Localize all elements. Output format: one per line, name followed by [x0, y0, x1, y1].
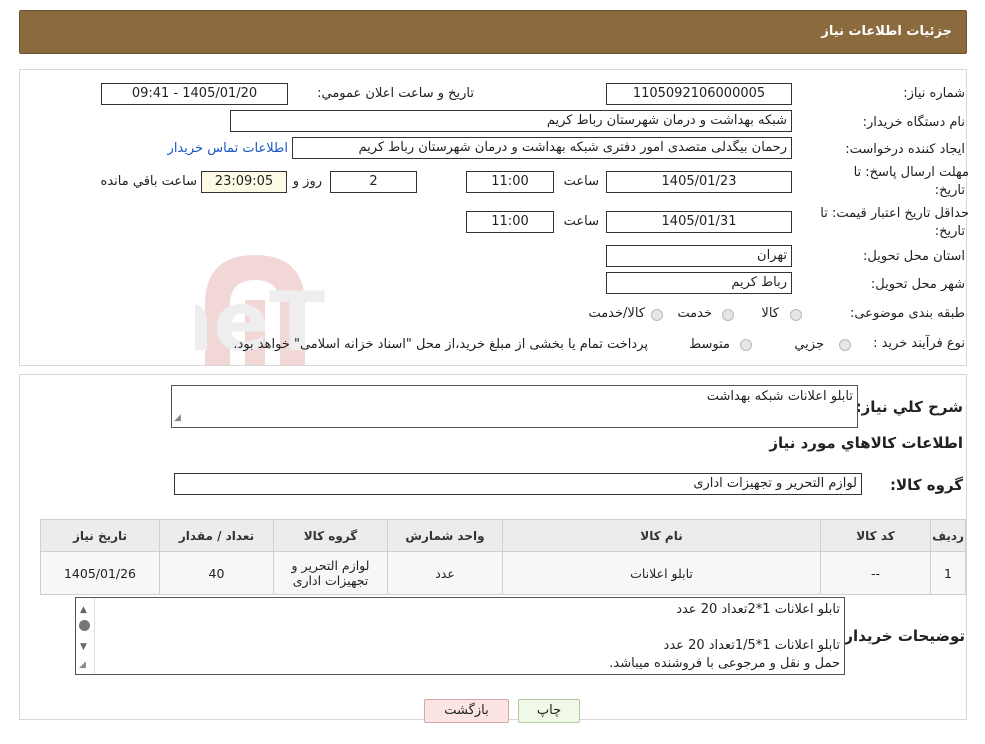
print-button[interactable]: چاپ [518, 699, 580, 723]
col-row-number: ردیف [930, 519, 966, 552]
deadline-label: مهلت ارسال پاسخ: تا [853, 165, 969, 180]
cell-need-date: 1405/01/26 [40, 551, 160, 595]
col-item-group: گروه کالا [273, 519, 388, 552]
deadline-label-date: تاریخ: [934, 183, 965, 198]
cell-quantity: 40 [159, 551, 274, 595]
col-item-code: کد کالا [820, 519, 931, 552]
description-text: تابلو اعلانات شبکه بهداشت [706, 389, 853, 404]
validity-label: حداقل تاریخ اعتبار قیمت: تا [820, 206, 969, 221]
creator-label: ایجاد کننده درخواست: [845, 142, 965, 157]
deadline-date-field: 1405/01/23 [606, 171, 792, 193]
category-label: طبقه بندی موضوعی: [849, 306, 965, 321]
category-radio-service[interactable] [722, 309, 734, 321]
goods-group-label: گروه کالا: [890, 476, 963, 494]
validity-time-label: ساعت [563, 214, 599, 229]
notes-line-3: حمل و نقل و مرجوعی با فروشنده میباشد. [609, 656, 840, 671]
category-option-goods: کالا [761, 306, 779, 321]
goods-info-title: اطلاعات کالاهاي مورد نیاز [769, 434, 963, 452]
back-button[interactable]: بازگشت [424, 699, 509, 723]
province-field: تهران [606, 245, 792, 267]
table-row: 1 -- تابلو اعلانات عدد لوازم التحریر و ت… [40, 551, 966, 595]
city-label: شهر محل تحویل: [870, 277, 965, 292]
city-field: رباط کریم [606, 272, 792, 294]
validity-time-field: 11:00 [466, 211, 554, 233]
category-option-service: خدمت [677, 306, 712, 321]
category-radio-goods-service[interactable] [651, 309, 663, 321]
buyer-notes-label: توضیحات خریدار: [838, 627, 965, 645]
scroll-thumb[interactable] [79, 620, 90, 631]
days-label: روز و [292, 174, 322, 189]
process-radio-minor[interactable] [839, 339, 851, 351]
remaining-time-field: 23:09:05 [201, 171, 287, 193]
category-option-goods-service: کالا/خدمت [588, 306, 645, 321]
notes-scrollbar[interactable]: ▲ ▼ ◢ [76, 598, 95, 674]
need-number-field: 1105092106000005 [606, 83, 792, 105]
deadline-time-field: 11:00 [466, 171, 554, 193]
goods-group-field: لوازم التحریر و تجهیزات اداری [174, 473, 862, 495]
description-textarea[interactable]: تابلو اعلانات شبکه بهداشت ◢ [171, 385, 858, 428]
description-label: شرح کلي نیاز: [855, 398, 963, 416]
process-type-label: نوع فرآیند خرید : [873, 336, 965, 351]
process-option-minor: جزيي [794, 337, 824, 352]
deadline-time-label: ساعت [563, 174, 599, 189]
scroll-up-icon[interactable]: ▲ [80, 601, 87, 619]
resize-handle-icon[interactable]: ◢ [174, 409, 181, 427]
cell-item-code: -- [820, 551, 931, 595]
cell-item-group: لوازم التحریر و تجهیزات اداری [273, 551, 388, 595]
need-number-label: شماره نیاز: [903, 86, 965, 101]
notes-line-2: تابلو اعلانات 1*1/5تعداد 20 عدد [663, 638, 840, 653]
creator-field: رحمان بیگدلی متصدی امور دفتری شبکه بهداش… [292, 137, 792, 159]
cell-item-name: تابلو اعلانات [502, 551, 821, 595]
process-option-medium: متوسط [689, 337, 730, 352]
table-header-row: ردیف کد کالا نام کالا واحد شمارش گروه کا… [40, 519, 966, 552]
page-header: جزئیات اطلاعات نیاز [19, 10, 967, 54]
announce-date-field: 1405/01/20 - 09:41 [101, 83, 288, 105]
col-quantity: تعداد / مقدار [159, 519, 274, 552]
buyer-notes-textarea[interactable]: ▲ ▼ ◢ تابلو اعلانات 1*2تعداد 20 عدد تابل… [75, 597, 845, 675]
buyer-contact-link[interactable]: اطلاعات تماس خریدار [168, 141, 288, 156]
items-table: ردیف کد کالا نام کالا واحد شمارش گروه کا… [40, 519, 966, 595]
resize-handle-icon[interactable]: ◢ [79, 656, 86, 674]
col-item-name: نام کالا [502, 519, 821, 552]
col-unit: واحد شمارش [387, 519, 503, 552]
province-label: استان محل تحویل: [863, 249, 965, 264]
remaining-time-label: ساعت باقي مانده [100, 174, 197, 189]
buyer-org-label: نام دستگاه خریدار: [862, 115, 965, 130]
cell-row-number: 1 [930, 551, 966, 595]
scroll-down-icon[interactable]: ▼ [80, 638, 87, 656]
notes-line-1: تابلو اعلانات 1*2تعداد 20 عدد [676, 602, 840, 617]
category-radio-goods[interactable] [790, 309, 802, 321]
process-radio-medium[interactable] [740, 339, 752, 351]
days-remaining-field: 2 [330, 171, 417, 193]
validity-label-date: تاریخ: [934, 224, 965, 239]
cell-unit: عدد [387, 551, 503, 595]
validity-date-field: 1405/01/31 [606, 211, 792, 233]
page-title: جزئیات اطلاعات نیاز [821, 24, 952, 39]
col-need-date: تاریخ نیاز [40, 519, 160, 552]
process-note: پرداخت تمام یا بخشی از مبلغ خرید،از محل … [233, 337, 648, 352]
announce-date-label: تاریخ و ساعت اعلان عمومي: [317, 86, 474, 101]
buyer-org-field: شبکه بهداشت و درمان شهرستان رباط کریم [230, 110, 792, 132]
